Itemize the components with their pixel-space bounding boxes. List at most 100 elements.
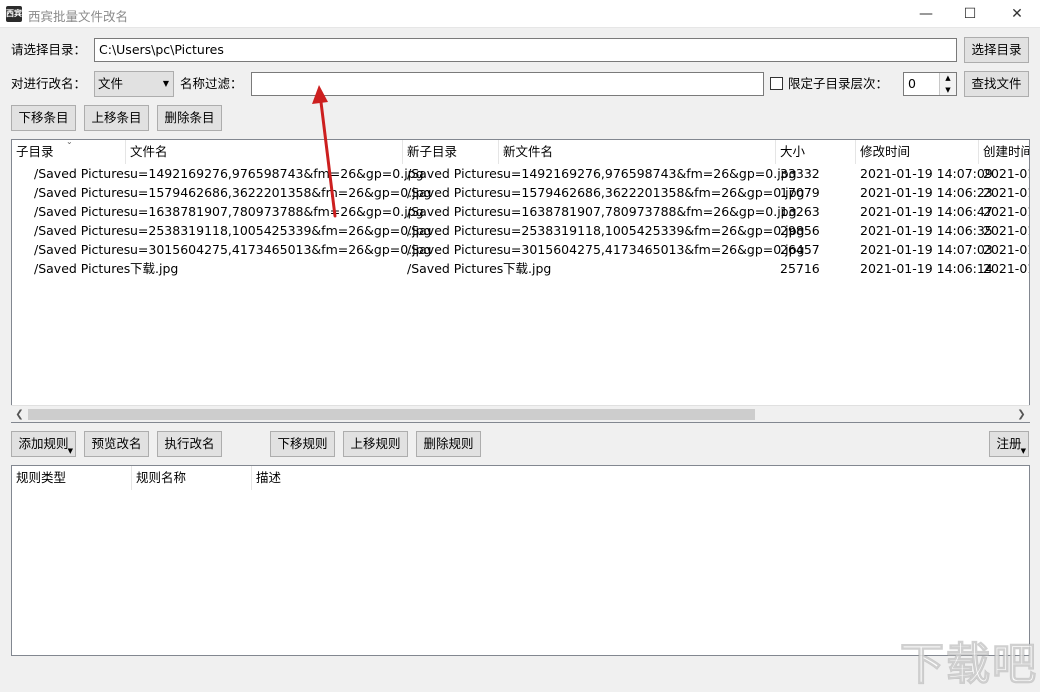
col-header-new-subdir[interactable]: 新子目录 <box>403 140 499 164</box>
table-cell: u=1492169276,976598743&fm=26&gp=0.jpg <box>503 166 797 181</box>
register-button[interactable]: 注册 ▼ <box>989 431 1029 457</box>
annotation-arrow-icon <box>312 85 337 218</box>
caret-down-icon: ▼ <box>67 447 73 455</box>
table-cell: u=1638781907,780973788&fm=26&gp=0.jpg <box>503 204 797 219</box>
table-cell: u=3015604275,4173465013&fm=26&gp=0.jpg <box>130 242 432 257</box>
table-cell: 2021-01-19 14:06:14 <box>860 261 993 276</box>
table-cell: /Saved Pictures <box>34 204 131 219</box>
table-cell: 2021-01 <box>983 185 1029 200</box>
table-row[interactable]: /Saved Pictures u=1492169276,976598743&fm… <box>12 164 1029 183</box>
watermark-text: 下载吧 <box>900 639 1038 691</box>
table-cell: 2021-01 <box>983 261 1029 276</box>
rename-target-value: 文件 <box>98 76 124 91</box>
table-cell: /Saved Pictures <box>34 166 131 181</box>
table-cell: u=1579462686,3622201358&fm=26&gp=0.jpg <box>503 185 805 200</box>
table-cell: 2021-01-19 14:06:35 <box>860 223 993 238</box>
minimize-icon[interactable]: — <box>903 0 949 28</box>
table-cell: 2021-01-19 14:07:03 <box>860 242 993 257</box>
table-cell: /Saved Pictures <box>407 185 504 200</box>
scroll-thumb[interactable] <box>28 409 755 420</box>
files-table[interactable]: 子目录 ⌄ 文件名 新子目录 新文件名 大小 修改时间 创建时间 /Saved … <box>11 139 1030 423</box>
table-row[interactable]: /Saved Pictures u=1579462686,3622201358&f… <box>12 183 1029 202</box>
table-cell: u=2538319118,1005425339&fm=26&gp=0.jpg <box>503 223 805 238</box>
table-cell: 2021-01 <box>983 204 1029 219</box>
table-cell: /Saved Pictures <box>407 204 504 219</box>
col-header-description[interactable]: 描述 <box>252 466 452 490</box>
table-cell: 2021-01-19 14:06:47 <box>860 204 993 219</box>
table-cell: 2021-01-19 14:07:09 <box>860 166 993 181</box>
table-cell: 下载.jpg <box>503 261 552 276</box>
limit-depth-checkbox[interactable] <box>770 77 783 90</box>
table-cell: 2021-01-19 14:06:23 <box>860 185 993 200</box>
table-row[interactable]: /Saved Pictures u=1638781907,780973788&fm… <box>12 202 1029 221</box>
col-header-rule-type[interactable]: 规则类型 <box>12 466 132 490</box>
find-files-button[interactable]: 查找文件 <box>964 71 1029 97</box>
close-icon[interactable]: ✕ <box>994 0 1040 28</box>
title-bar: 西宾 西宾批量文件改名 — ☐ ✕ <box>0 0 1040 28</box>
dir-label: 请选择目录： <box>11 42 87 57</box>
table-cell: 17079 <box>780 185 820 200</box>
files-table-header: 子目录 ⌄ 文件名 新子目录 新文件名 大小 修改时间 创建时间 <box>12 139 1029 164</box>
col-header-rule-name[interactable]: 规则名称 <box>132 466 252 490</box>
delete-item-button[interactable]: 删除条目 <box>157 105 222 131</box>
table-row[interactable]: /Saved Pictures 下载.jpg/Saved Pictures 下载.j… <box>12 259 1029 278</box>
col-header-filename[interactable]: 文件名 <box>126 140 403 164</box>
maximize-icon[interactable]: ☐ <box>947 0 993 28</box>
table-cell: /Saved Pictures <box>407 223 504 238</box>
col-header-size[interactable]: 大小 <box>776 140 856 164</box>
depth-spinner[interactable]: 0 ▲ ▼ <box>903 72 957 96</box>
table-cell: u=1579462686,3622201358&fm=26&gp=0.jpg <box>130 185 432 200</box>
table-cell: u=3015604275,4173465013&fm=26&gp=0.jpg <box>503 242 805 257</box>
files-hscrollbar[interactable]: ❮ ❯ <box>11 405 1030 422</box>
delete-rule-button[interactable]: 删除规则 <box>416 431 481 457</box>
table-cell: 13263 <box>780 204 820 219</box>
table-cell: 下载.jpg <box>130 261 179 276</box>
table-cell: 29856 <box>780 223 820 238</box>
depth-value: 0 <box>908 76 916 91</box>
spin-up-icon[interactable]: ▲ <box>940 73 956 83</box>
move-down-rule-button[interactable]: 下移规则 <box>270 431 335 457</box>
table-row[interactable]: /Saved Pictures u=2538319118,1005425339&f… <box>12 221 1029 240</box>
table-cell: 26457 <box>780 242 820 257</box>
preview-rename-button[interactable]: 预览改名 <box>84 431 149 457</box>
move-down-item-button[interactable]: 下移条目 <box>11 105 76 131</box>
limit-depth-label: 限定子目录层次： <box>788 76 889 91</box>
window-title: 西宾批量文件改名 <box>28 9 129 24</box>
col-header-modified[interactable]: 修改时间 <box>856 140 979 164</box>
spin-down-icon[interactable]: ▼ <box>940 85 956 95</box>
table-cell: /Saved Pictures <box>407 242 504 257</box>
select-dir-button[interactable]: 选择目录 <box>964 37 1029 63</box>
table-cell: /Saved Pictures <box>34 185 131 200</box>
table-cell: 33332 <box>780 166 820 181</box>
dir-input[interactable]: C:\Users\pc\Pictures <box>94 38 957 62</box>
table-cell: u=1638781907,780973788&fm=26&gp=0.jpg <box>130 204 424 219</box>
table-cell: 2021-01 <box>983 166 1029 181</box>
rename-target-select[interactable]: 文件 ▼ <box>94 71 174 97</box>
table-cell: /Saved Pictures <box>407 166 504 181</box>
add-rule-button[interactable]: 添加规则 ▼ <box>11 431 76 457</box>
scroll-right-icon[interactable]: ❯ <box>1013 406 1030 423</box>
table-row[interactable]: /Saved Pictures u=3015604275,4173465013&f… <box>12 240 1029 259</box>
caret-down-icon: ▼ <box>1020 447 1026 455</box>
col-header-created[interactable]: 创建时间 <box>979 140 1029 164</box>
table-cell: u=2538319118,1005425339&fm=26&gp=0.jpg <box>130 223 432 238</box>
table-cell: /Saved Pictures <box>34 223 131 238</box>
execute-rename-button[interactable]: 执行改名 <box>157 431 222 457</box>
sort-indicator-icon: ⌄ <box>66 139 73 146</box>
table-cell: /Saved Pictures <box>34 242 131 257</box>
rules-table[interactable]: 规则类型 规则名称 描述 <box>11 465 1030 656</box>
scroll-left-icon[interactable]: ❮ <box>11 406 28 423</box>
rename-target-label: 对进行改名： <box>11 76 87 91</box>
table-cell: /Saved Pictures <box>34 261 131 276</box>
table-cell: 25716 <box>780 261 820 276</box>
col-header-new-filename[interactable]: 新文件名 <box>499 140 776 164</box>
chevron-down-icon: ▼ <box>162 79 169 88</box>
name-filter-label: 名称过滤： <box>180 76 243 91</box>
app-icon: 西宾 <box>6 6 22 22</box>
move-up-item-button[interactable]: 上移条目 <box>84 105 149 131</box>
move-up-rule-button[interactable]: 上移规则 <box>343 431 408 457</box>
table-cell: 2021-01 <box>983 242 1029 257</box>
table-cell: 2021-01 <box>983 223 1029 238</box>
table-cell: /Saved Pictures <box>407 261 504 276</box>
table-cell: u=1492169276,976598743&fm=26&gp=0.jpg <box>130 166 424 181</box>
